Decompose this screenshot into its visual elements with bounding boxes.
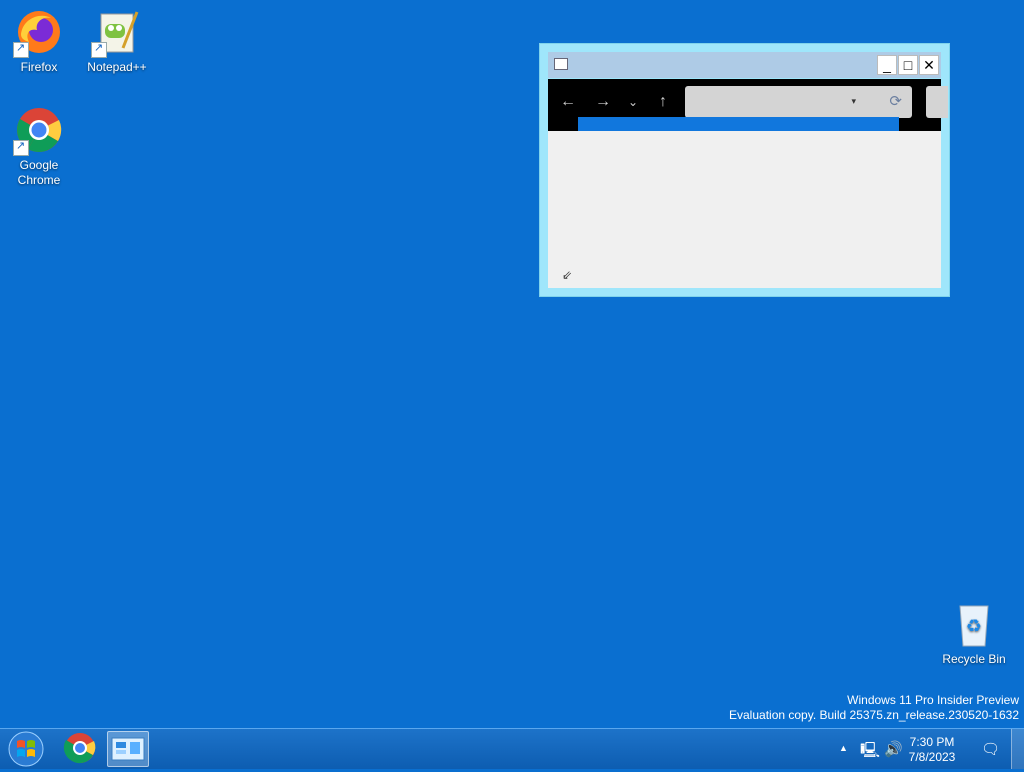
window-system-icon[interactable] <box>554 58 568 70</box>
back-arrow-icon[interactable]: ← <box>557 91 579 113</box>
close-button[interactable]: ✕ <box>919 55 939 75</box>
desktop-icon-label: Recycle Bin <box>942 652 1006 666</box>
windows-watermark: Windows 11 Pro Insider Preview Evaluatio… <box>729 693 1019 723</box>
firefox-icon <box>13 8 63 58</box>
resize-grip-icon[interactable]: ⇙ <box>562 268 572 282</box>
refresh-icon[interactable]: ⟳ <box>889 92 902 110</box>
shortcut-arrow-icon <box>13 41 29 58</box>
windows-logo-icon <box>8 731 44 767</box>
up-arrow-icon[interactable]: ↑ <box>652 91 674 113</box>
notepadpp-icon <box>91 8 141 58</box>
notification-center-icon[interactable]: 🗨 <box>981 740 1000 758</box>
watermark-line-2: Evaluation copy. Build 25375.zn_release.… <box>729 708 1019 722</box>
maximize-button[interactable]: □ <box>898 55 918 75</box>
desktop-icon-firefox[interactable]: Firefox <box>3 8 75 75</box>
watermark-line-1: Windows 11 Pro Insider Preview <box>847 693 1019 707</box>
window-title-bar[interactable]: _ □ ✕ <box>548 52 941 78</box>
desktop-icon-label: Firefox <box>20 60 58 74</box>
navigation-toolbar: ← → ⌄ ↑ ▾ ⟳ <box>548 79 948 131</box>
desktop-icon-chrome[interactable]: Google Chrome <box>3 106 75 188</box>
search-box[interactable] <box>926 86 948 118</box>
address-bar[interactable]: ▾ ⟳ <box>685 86 912 118</box>
desktop-icon-label: Google Chrome <box>17 158 61 187</box>
clock-time: 7:30 PM <box>909 735 955 749</box>
window-content-area[interactable]: ⇙ <box>548 131 941 288</box>
chrome-icon <box>13 106 63 156</box>
recent-locations-chevron-icon[interactable]: ⌄ <box>622 91 644 113</box>
clock[interactable]: 7:30 PM 7/8/2023 <box>902 735 962 765</box>
desktop-icon-recycle-bin[interactable]: ♻ Recycle Bin <box>938 600 1010 667</box>
recycle-bin-icon: ♻ <box>950 600 998 648</box>
clock-date: 7/8/2023 <box>908 750 956 764</box>
taskbar-chrome[interactable] <box>60 731 102 767</box>
explorer-window[interactable]: _ □ ✕ ← → ⌄ ↑ ▾ ⟳ ⇙ <box>539 43 950 297</box>
system-tray: ▲ 🖳 🔊 7:30 PM 7/8/2023 🗨 <box>824 729 1024 769</box>
taskbar-explorer[interactable] <box>107 731 149 767</box>
minimize-button[interactable]: _ <box>877 55 897 75</box>
network-icon[interactable]: 🖳 <box>860 740 880 765</box>
volume-icon[interactable]: 🔊 <box>884 740 903 758</box>
show-hidden-icons-chevron-icon[interactable]: ▲ <box>839 743 848 753</box>
address-dropdown-icon[interactable]: ▾ <box>851 96 856 107</box>
control-panel-icon <box>111 737 145 761</box>
shortcut-arrow-icon <box>91 41 107 58</box>
desktop-icon-notepadpp[interactable]: Notepad++ <box>81 8 153 75</box>
start-button[interactable] <box>6 731 46 767</box>
forward-arrow-icon[interactable]: → <box>592 91 614 113</box>
show-desktop-button[interactable] <box>1011 729 1024 769</box>
desktop-icon-label: Notepad++ <box>87 60 147 74</box>
taskbar: ▲ 🖳 🔊 7:30 PM 7/8/2023 🗨 <box>0 728 1024 769</box>
chrome-icon <box>63 733 96 764</box>
shortcut-arrow-icon <box>13 139 29 156</box>
svg-text:♻: ♻ <box>966 616 982 637</box>
toolbar-strip <box>578 117 899 131</box>
